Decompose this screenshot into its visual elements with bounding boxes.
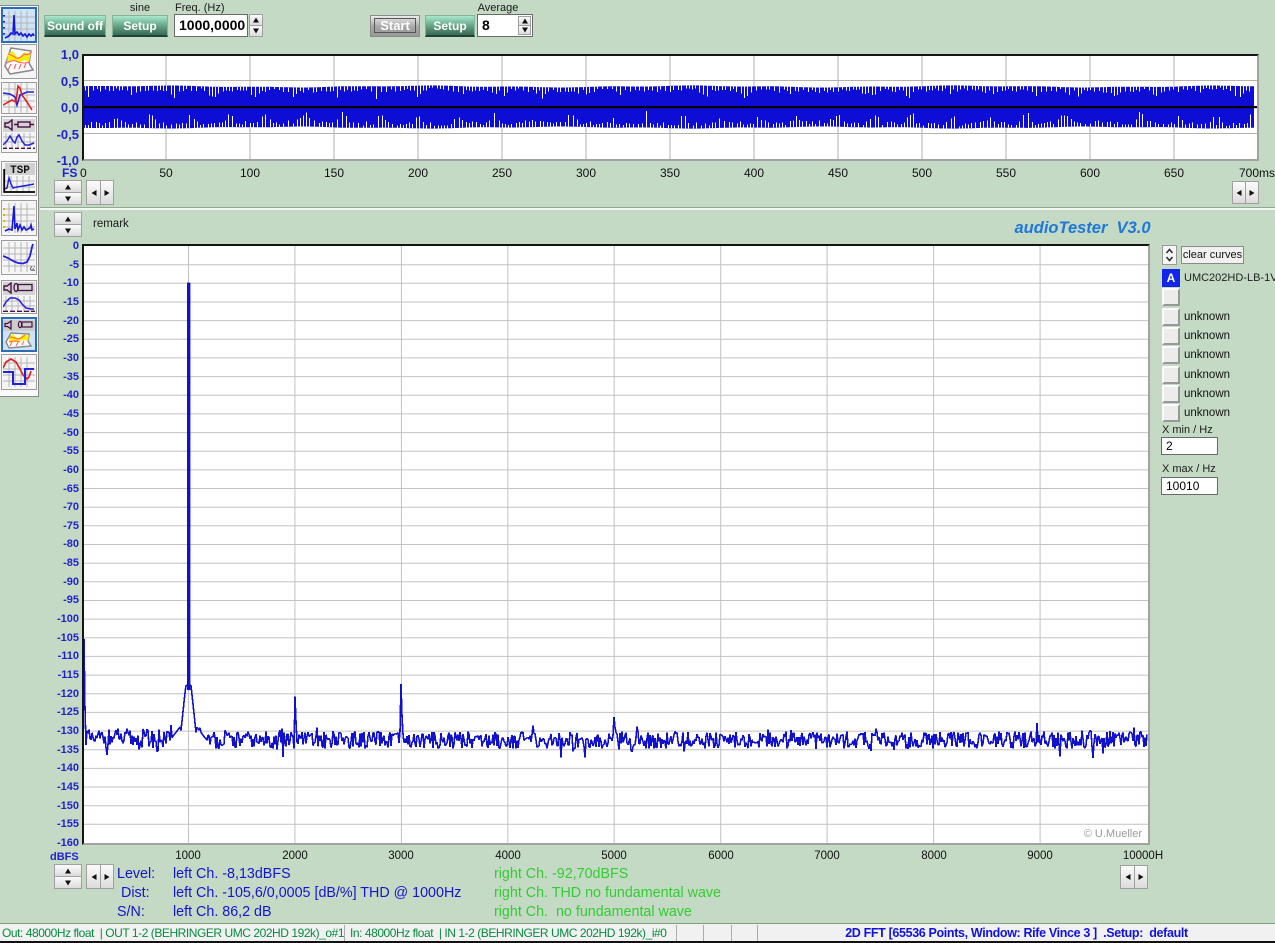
svg-text:ω: ω <box>30 264 35 272</box>
svg-text:TSP: TSP <box>10 165 30 177</box>
